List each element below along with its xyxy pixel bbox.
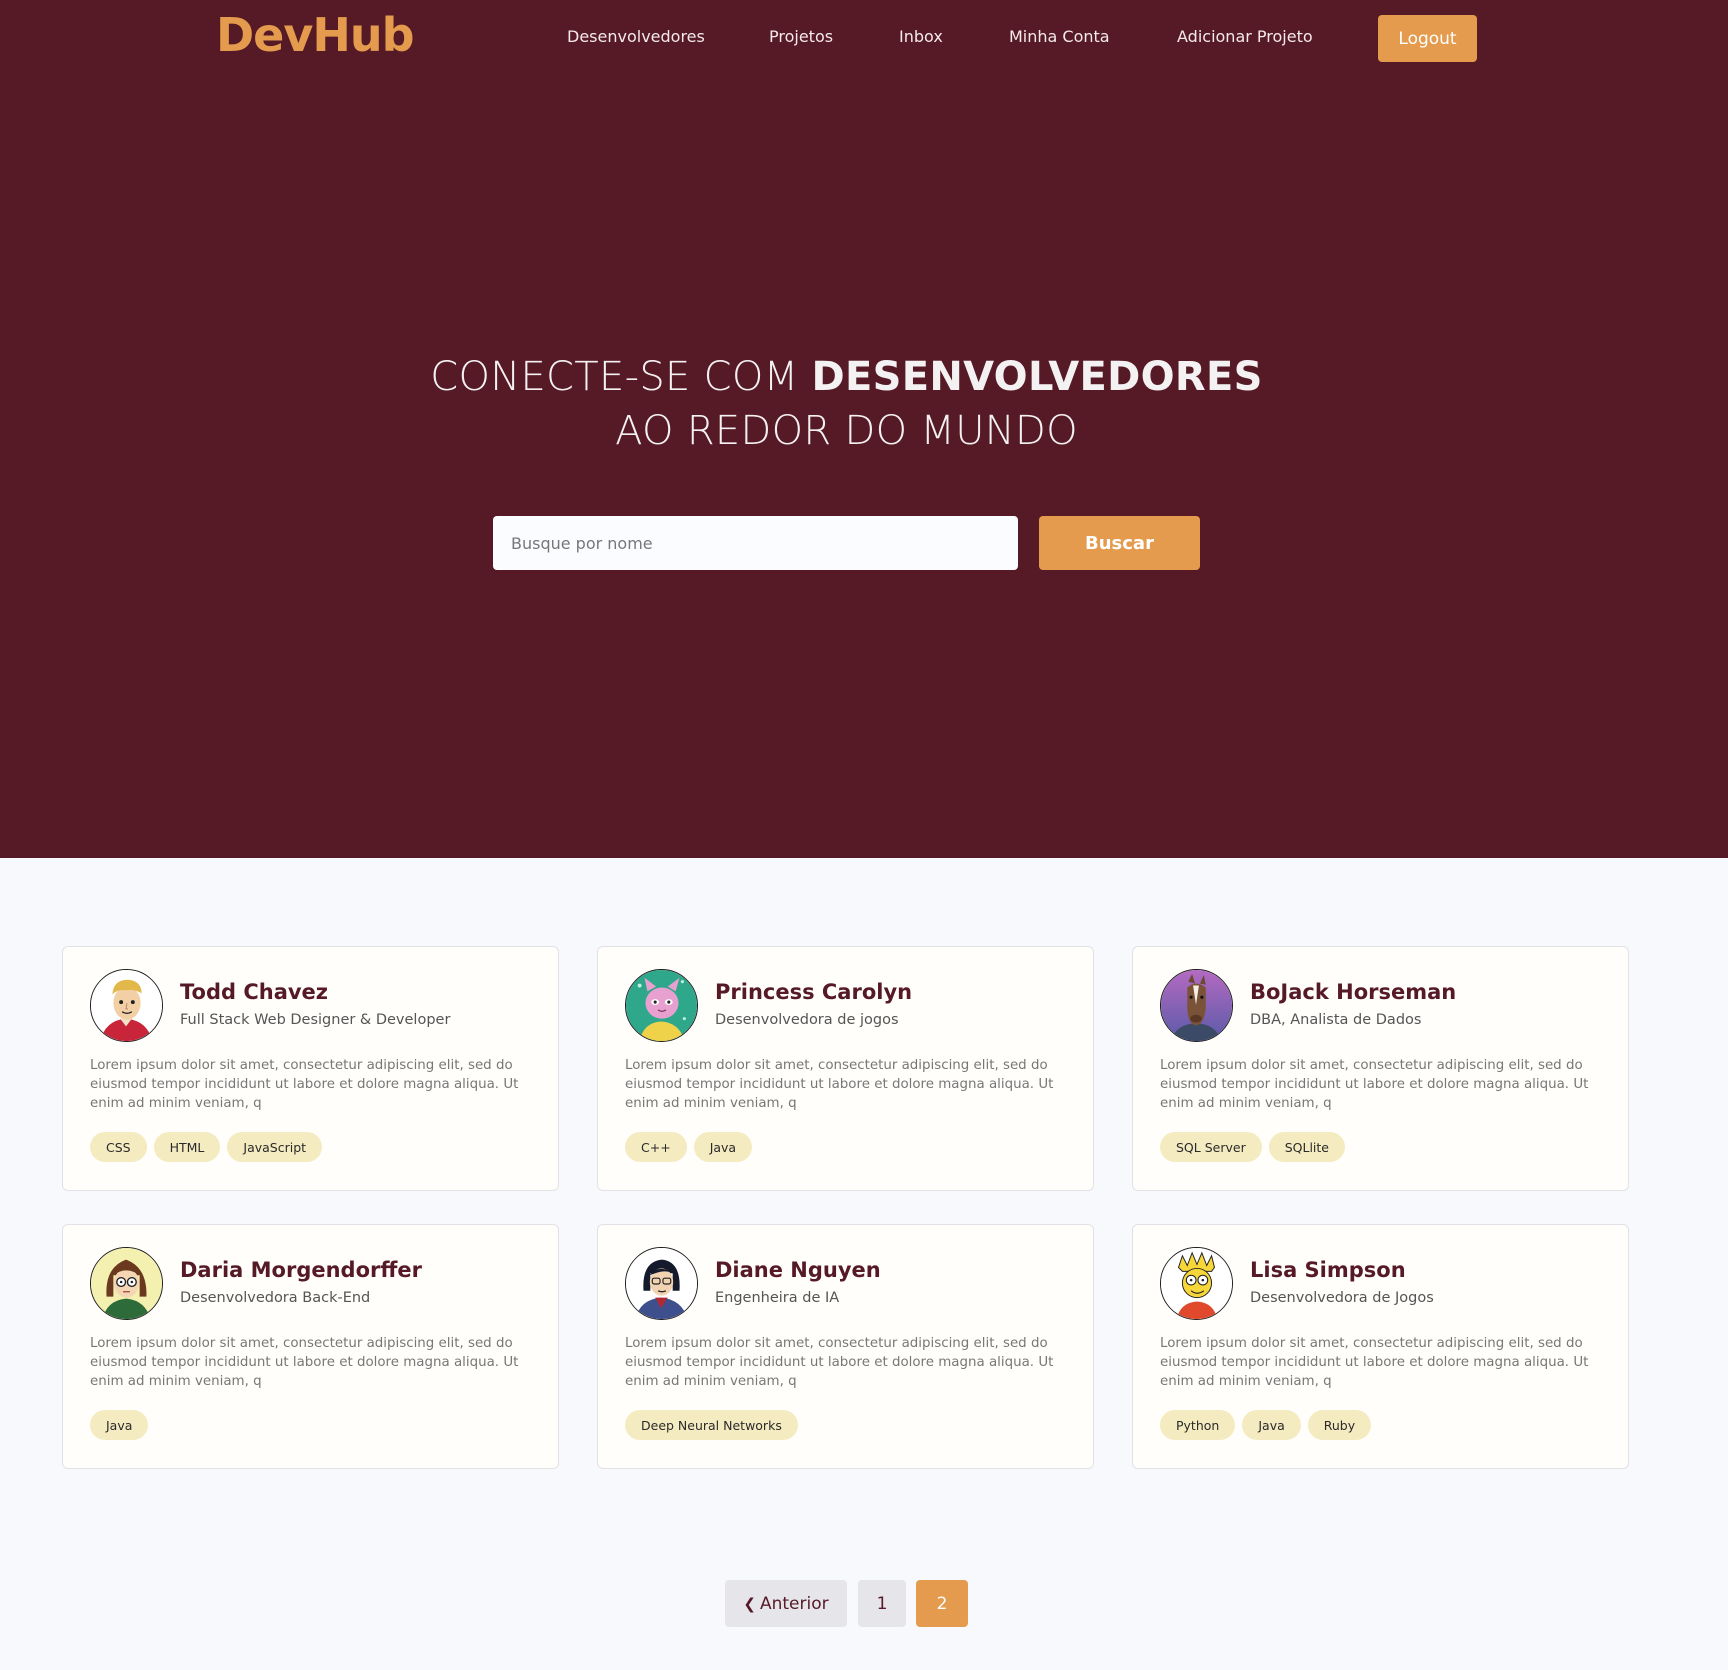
skill-tag: Java <box>90 1410 149 1440</box>
developer-role: Desenvolvedora de Jogos <box>1250 1290 1434 1306</box>
developer-card-bojack-horseman[interactable]: BoJack Horseman DBA, Analista de Dados L… <box>1132 946 1629 1191</box>
developer-name[interactable]: Todd Chavez <box>180 980 328 1004</box>
nav-link-minha-conta[interactable]: Minha Conta <box>1009 27 1110 46</box>
skill-tag: Ruby <box>1307 1410 1372 1440</box>
developer-card-princess-carolyn[interactable]: Princess Carolyn Desenvolvedora de jogos… <box>597 946 1094 1191</box>
skill-tag: SQL Server <box>1160 1132 1262 1162</box>
skill-tag: CSS <box>90 1132 147 1162</box>
developer-bio: Lorem ipsum dolor sit amet, consectetur … <box>90 1336 519 1389</box>
bojack-avatar[interactable] <box>1160 969 1233 1042</box>
skill-tag: HTML <box>153 1132 221 1162</box>
search-button[interactable]: Buscar <box>1039 516 1200 570</box>
main-nav: Desenvolvedores Projetos Inbox Minha Con… <box>0 0 1728 76</box>
developer-card-diane-nguyen[interactable]: Diane Nguyen Engenheira de IA Lorem ipsu… <box>597 1224 1094 1469</box>
developer-bio: Lorem ipsum dolor sit amet, consectetur … <box>625 1058 1054 1111</box>
bojack-avatar-icon <box>1161 970 1232 1041</box>
skill-tag: Deep Neural Networks <box>625 1410 798 1440</box>
daria-avatar-icon <box>91 1248 162 1319</box>
pagination-page-1[interactable]: 1 <box>858 1580 906 1627</box>
skill-tag: SQLlite <box>1268 1132 1345 1162</box>
developer-card-todd-chavez[interactable]: Todd Chavez Full Stack Web Designer & De… <box>62 946 559 1191</box>
developer-bio: Lorem ipsum dolor sit amet, consectetur … <box>1160 1336 1589 1389</box>
skill-tag: Java <box>1242 1410 1301 1440</box>
developer-card-daria-morgendorffer[interactable]: Daria Morgendorffer Desenvolvedora Back-… <box>62 1224 559 1469</box>
developer-name[interactable]: Daria Morgendorffer <box>180 1258 422 1282</box>
developer-bio: Lorem ipsum dolor sit amet, consectetur … <box>90 1058 519 1111</box>
hero-title-strong: DESENVOLVEDORES <box>811 354 1263 400</box>
skill-tags: Deep Neural Networks <box>625 1410 798 1440</box>
nav-link-inbox[interactable]: Inbox <box>899 27 943 46</box>
developer-role: Full Stack Web Designer & Developer <box>180 1012 451 1028</box>
developer-role: DBA, Analista de Dados <box>1250 1012 1422 1028</box>
lisa-avatar-icon <box>1161 1248 1232 1319</box>
pagination-page-2-current[interactable]: 2 <box>916 1580 968 1627</box>
nav-link-adicionar-projeto[interactable]: Adicionar Projeto <box>1177 27 1313 46</box>
logout-button[interactable]: Logout <box>1378 15 1477 62</box>
todd-avatar[interactable] <box>90 969 163 1042</box>
skill-tags: Java <box>90 1410 149 1440</box>
skill-tag: C++ <box>625 1132 687 1162</box>
diane-avatar[interactable] <box>625 1247 698 1320</box>
princess-carolyn-avatar[interactable] <box>625 969 698 1042</box>
diane-avatar-icon <box>626 1248 697 1319</box>
hero-section: DevHub Desenvolvedores Projetos Inbox Mi… <box>0 0 1728 858</box>
pagination-previous-label: Anterior <box>759 1593 829 1614</box>
todd-avatar-icon <box>91 970 162 1041</box>
hero-title: CONECTE-SE COM DESENVOLVEDORES AO REDOR … <box>0 350 1693 458</box>
developer-name[interactable]: Lisa Simpson <box>1250 1258 1406 1282</box>
search-input[interactable] <box>493 516 1018 570</box>
developer-role: Engenheira de IA <box>715 1290 840 1306</box>
skill-tags: SQL Server SQLlite <box>1160 1132 1345 1162</box>
developer-name[interactable]: Princess Carolyn <box>715 980 912 1004</box>
daria-avatar[interactable] <box>90 1247 163 1320</box>
princess-carolyn-avatar-icon <box>626 970 697 1041</box>
skill-tag: Python <box>1160 1410 1236 1440</box>
pagination-previous-button[interactable]: ❮ Anterior <box>725 1580 847 1627</box>
skill-tags: CSS HTML JavaScript <box>90 1132 323 1162</box>
skill-tags: C++ Java <box>625 1132 753 1162</box>
developer-name[interactable]: BoJack Horseman <box>1250 980 1456 1004</box>
skill-tag: Java <box>693 1132 753 1162</box>
hero-title-line2: AO REDOR DO MUNDO <box>615 408 1078 454</box>
nav-link-projetos[interactable]: Projetos <box>769 27 833 46</box>
developer-card-lisa-simpson[interactable]: Lisa Simpson Desenvolvedora de Jogos Lor… <box>1132 1224 1629 1469</box>
skill-tag: JavaScript <box>227 1132 323 1162</box>
developer-role: Desenvolvedora de jogos <box>715 1012 899 1028</box>
developer-bio: Lorem ipsum dolor sit amet, consectetur … <box>1160 1058 1589 1111</box>
developer-name[interactable]: Diane Nguyen <box>715 1258 881 1282</box>
chevron-left-icon: ❮ <box>743 1594 756 1613</box>
developer-bio: Lorem ipsum dolor sit amet, consectetur … <box>625 1336 1054 1389</box>
lisa-avatar[interactable] <box>1160 1247 1233 1320</box>
developer-role: Desenvolvedora Back-End <box>180 1290 371 1306</box>
nav-link-desenvolvedores[interactable]: Desenvolvedores <box>567 27 705 46</box>
skill-tags: Python Java Ruby <box>1160 1410 1372 1440</box>
hero-title-part1: CONECTE-SE COM <box>430 354 812 400</box>
